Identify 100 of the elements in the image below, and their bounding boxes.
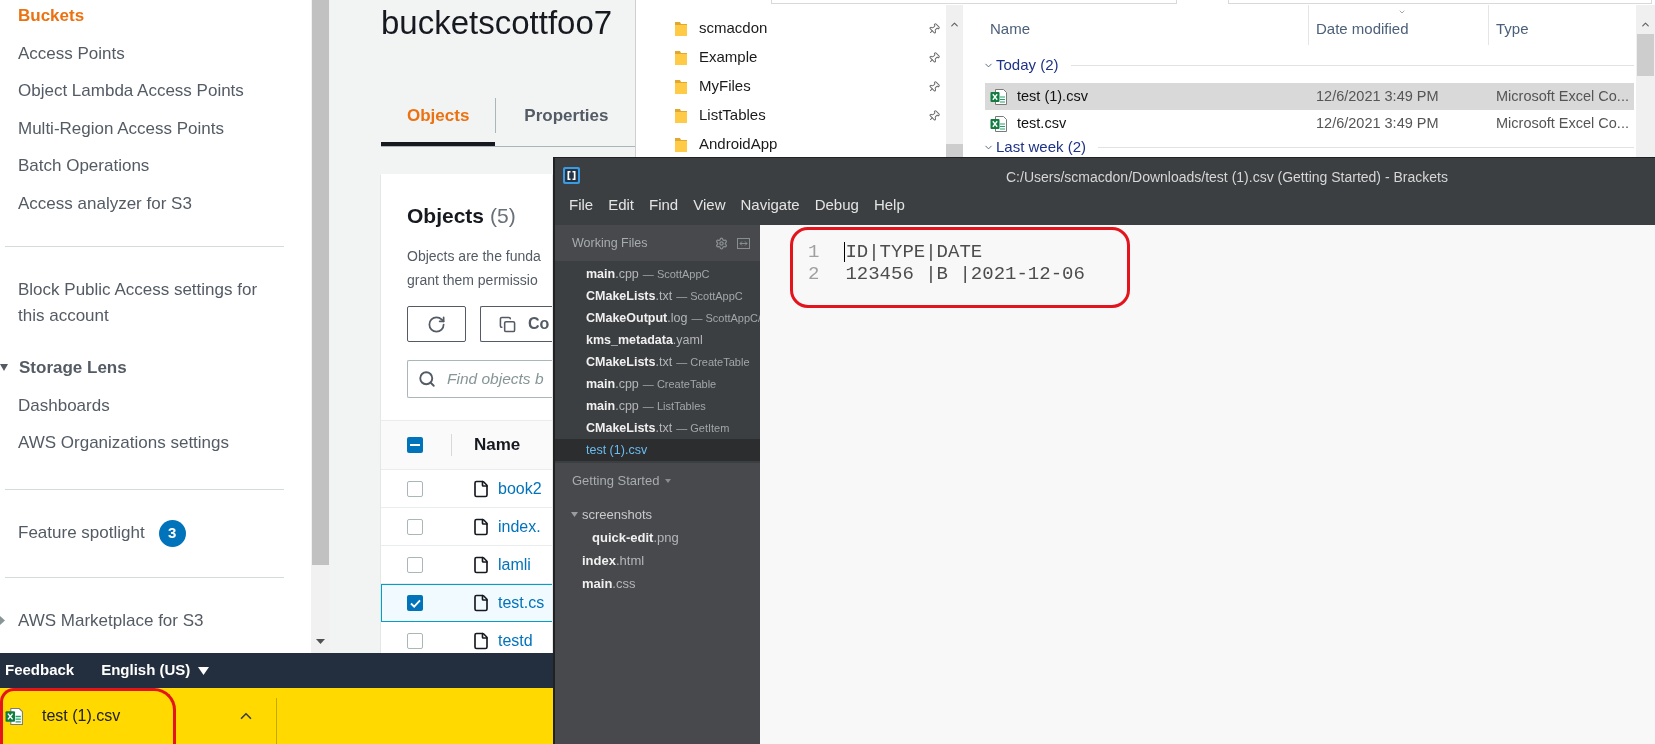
table-row[interactable]: test.cs bbox=[381, 584, 552, 622]
working-file[interactable]: kms_metadata.yaml bbox=[555, 329, 760, 351]
object-link[interactable]: test.cs bbox=[498, 591, 545, 615]
working-file[interactable]: main.cpp — ScottAppC bbox=[555, 263, 760, 285]
column-header[interactable]: Date modified bbox=[1308, 5, 1488, 45]
nav-link[interactable]: Access analyzer for S3 bbox=[18, 190, 192, 216]
file-icon bbox=[472, 517, 490, 536]
nav-link[interactable]: Feature spotlight bbox=[18, 520, 145, 546]
object-link[interactable]: index. bbox=[498, 514, 541, 539]
scrollbar-thumb[interactable] bbox=[946, 144, 963, 158]
tab[interactable]: Properties bbox=[496, 85, 636, 146]
refresh-button[interactable] bbox=[407, 306, 466, 342]
panel-title: Objects (5) bbox=[407, 204, 516, 228]
object-link[interactable]: lamli bbox=[498, 552, 531, 577]
caret-down-icon bbox=[665, 479, 672, 483]
checkbox[interactable] bbox=[407, 556, 423, 573]
spreadsheet-file-icon bbox=[990, 114, 1008, 133]
nav-link[interactable]: Multi-Region Access Points bbox=[18, 115, 224, 141]
description-text: Objects are the funda bbox=[407, 247, 541, 266]
file-node[interactable]: index.html bbox=[555, 549, 760, 572]
folder-item[interactable]: scmacdon bbox=[636, 14, 946, 43]
menu-item[interactable]: Find bbox=[649, 196, 679, 214]
search-box[interactable] bbox=[1228, 0, 1652, 4]
file-icon bbox=[472, 479, 490, 498]
file-name: test.csv bbox=[1017, 113, 1067, 133]
checkbox[interactable] bbox=[407, 632, 423, 649]
folder-item[interactable]: ListTables bbox=[636, 101, 946, 130]
address-bar[interactable] bbox=[771, 0, 1177, 4]
file-type: Microsoft Excel Co... bbox=[1496, 86, 1629, 106]
checkbox[interactable] bbox=[407, 595, 423, 611]
table-row[interactable]: index. bbox=[381, 508, 552, 546]
search-field[interactable]: Find objects b bbox=[407, 360, 552, 398]
menu-item[interactable]: Help bbox=[873, 196, 905, 214]
column-header[interactable]: Name bbox=[963, 5, 1308, 45]
table-row[interactable]: book2 bbox=[381, 470, 552, 508]
object-link[interactable]: testd bbox=[498, 628, 533, 653]
refresh-icon bbox=[427, 314, 446, 334]
download-item[interactable]: test (1).csv bbox=[0, 688, 276, 744]
footer-link[interactable]: Feedback bbox=[5, 659, 75, 682]
file-node[interactable]: quick-edit.png bbox=[565, 526, 760, 549]
search-icon bbox=[418, 370, 436, 388]
group-header[interactable]: Last week (2) bbox=[996, 138, 1087, 156]
working-file[interactable]: CMakeOutput.log — ScottAppC/ bbox=[555, 307, 760, 329]
file-type: Microsoft Excel Co... bbox=[1496, 113, 1629, 133]
minus-icon bbox=[410, 444, 420, 446]
scrollbar-thumb[interactable] bbox=[312, 0, 329, 565]
file-node[interactable]: main.css bbox=[555, 572, 760, 595]
language-selector[interactable]: English (US) bbox=[101, 659, 210, 682]
nav-link[interactable]: Object Lambda Access Points bbox=[18, 78, 244, 104]
file-icon bbox=[472, 631, 490, 650]
spreadsheet-file-icon bbox=[990, 87, 1008, 106]
folder-item[interactable]: MyFiles bbox=[636, 72, 946, 101]
file-row[interactable]: test.csv 12/6/2021 3:49 PM Microsoft Excel Co... bbox=[985, 110, 1634, 137]
checkbox[interactable] bbox=[407, 518, 423, 535]
file-row[interactable]: test (1).csv 12/6/2021 3:49 PM Microsoft Excel Co... bbox=[985, 83, 1634, 110]
checkbox[interactable] bbox=[407, 437, 423, 453]
notification-count: 3 bbox=[158, 519, 186, 547]
nav-link[interactable]: Batch Operations bbox=[18, 153, 150, 179]
menu-item[interactable]: View bbox=[693, 196, 726, 214]
folder-item[interactable]: Example bbox=[636, 43, 946, 72]
nav-section-toggle[interactable]: AWS Marketplace for S3 bbox=[18, 607, 204, 633]
working-file[interactable]: CMakeLists.txt — GetItem bbox=[555, 417, 760, 439]
code-line: ID|TYPE|DATE bbox=[845, 241, 983, 263]
description-text: grant them permissio bbox=[407, 271, 538, 290]
working-file[interactable]: CMakeLists.txt — ScottAppC bbox=[555, 285, 760, 307]
window-title: C:/Users/scmacdon/Downloads/test (1).csv (Getting Started) - Brackets bbox=[1006, 167, 1448, 187]
line-number: 1 bbox=[808, 241, 820, 263]
column-header[interactable]: Name bbox=[474, 432, 521, 458]
menu-item[interactable]: Debug bbox=[814, 196, 859, 214]
menu-item[interactable]: File bbox=[569, 196, 594, 214]
file-icon bbox=[472, 555, 490, 574]
folder-item[interactable]: AndroidApp bbox=[636, 130, 946, 158]
folder-icon bbox=[675, 79, 687, 94]
nav-link[interactable]: Dashboards bbox=[18, 392, 110, 418]
folder-icon bbox=[675, 21, 687, 36]
nav-link[interactable]: Block Public Access settings for this account bbox=[18, 277, 280, 328]
working-file[interactable]: CMakeLists.txt — CreateTable bbox=[555, 351, 760, 373]
resize-icon[interactable] bbox=[737, 237, 750, 249]
nav-section-toggle[interactable]: Storage Lens bbox=[19, 355, 127, 381]
folder-icon bbox=[675, 137, 687, 152]
project-dropdown[interactable]: Getting Started bbox=[555, 470, 672, 492]
caret-down-icon bbox=[198, 666, 210, 675]
group-header[interactable]: Today (2) bbox=[996, 56, 1059, 74]
folder-node[interactable]: screenshots bbox=[555, 503, 760, 526]
section-title: Working Files bbox=[572, 234, 648, 252]
scrollbar-thumb[interactable] bbox=[1637, 34, 1654, 76]
working-file[interactable]: main.cpp — ListTables bbox=[555, 395, 760, 417]
object-link[interactable]: book2 bbox=[498, 476, 542, 501]
app-logo-icon bbox=[563, 167, 580, 184]
working-file[interactable]: test (1).csv bbox=[555, 439, 760, 461]
menu-item[interactable]: Navigate bbox=[740, 196, 800, 214]
settings-icon[interactable] bbox=[715, 236, 728, 250]
checkmark-icon bbox=[409, 598, 421, 608]
page-title: bucketscottfoo7 bbox=[381, 3, 613, 41]
copy-button[interactable]: Co bbox=[480, 306, 552, 342]
working-file[interactable]: main.cpp — CreateTable bbox=[555, 373, 760, 395]
nav-link[interactable]: Access Points bbox=[18, 40, 125, 66]
checkbox[interactable] bbox=[407, 480, 423, 497]
nav-link[interactable]: AWS Organizations settings bbox=[18, 430, 229, 456]
menu-item[interactable]: Edit bbox=[608, 196, 635, 214]
